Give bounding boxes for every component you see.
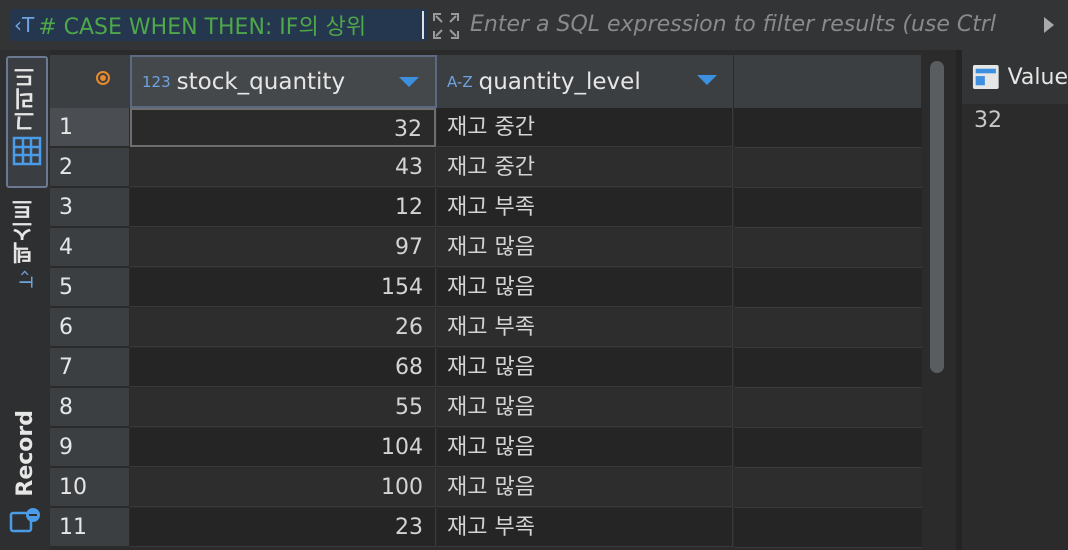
text-icon: ‹T (14, 269, 36, 288)
more-arrow-icon[interactable] (1044, 17, 1054, 33)
table-row[interactable]: 6 26 재고 부족 (50, 308, 922, 348)
filter-input[interactable]: Enter a SQL expression to filter results… (470, 9, 1036, 41)
column-header-empty (734, 55, 922, 108)
table-row[interactable]: 7 68 재고 많음 (50, 348, 922, 388)
empty-cell (734, 508, 922, 548)
table-row[interactable]: 1 32 재고 중간 (50, 108, 922, 148)
cell-quantity-level[interactable]: 재고 부족 (437, 508, 733, 547)
column-header-stock-quantity[interactable]: 123 stock_quantity (130, 55, 437, 108)
row-number[interactable]: 2 (50, 148, 129, 187)
cell-quantity-level[interactable]: 재고 많음 (437, 348, 733, 387)
tab-record[interactable]: Record (6, 410, 44, 542)
grid-icon (12, 136, 42, 166)
cell-quantity-level[interactable]: 재고 부족 (437, 188, 733, 227)
cell-stock-quantity[interactable]: 104 (130, 428, 436, 467)
empty-cell (734, 308, 922, 348)
cell-stock-quantity[interactable]: 97 (130, 228, 436, 267)
query-text: # CASE WHEN THEN: IF의 상위 (38, 15, 367, 40)
string-type-icon: A-Z (447, 72, 473, 91)
row-number[interactable]: 3 (50, 188, 129, 227)
row-number[interactable]: 1 (50, 108, 129, 147)
row-number[interactable]: 9 (50, 428, 129, 467)
numeric-type-icon: 123 (142, 72, 171, 91)
empty-cell (734, 228, 922, 268)
cell-stock-quantity[interactable]: 154 (130, 268, 436, 307)
selected-cell-value: 32 (974, 108, 1002, 133)
empty-cell (734, 388, 922, 428)
empty-cell (734, 108, 922, 148)
cell-stock-quantity[interactable]: 12 (130, 188, 436, 227)
empty-cell (734, 148, 922, 188)
scrollbar-thumb[interactable] (930, 61, 944, 373)
column-header-quantity-level[interactable]: A-Z quantity_level (437, 55, 734, 108)
cell-stock-quantity[interactable]: 26 (130, 308, 436, 347)
value-panel-header: Value (962, 50, 1068, 104)
cell-stock-quantity[interactable]: 32 (130, 108, 436, 147)
tab-grid[interactable]: 그리드 (6, 56, 48, 188)
cell-quantity-level[interactable]: 재고 중간 (437, 148, 733, 187)
cell-quantity-level[interactable]: 재고 많음 (437, 468, 733, 507)
cell-stock-quantity[interactable]: 100 (130, 468, 436, 507)
vertical-scrollbar[interactable] (922, 55, 954, 550)
saved-query-tag[interactable]: ‹T # CASE WHEN THEN: IF의 상위 (10, 9, 428, 41)
cell-stock-quantity[interactable]: 43 (130, 148, 436, 187)
row-number[interactable]: 6 (50, 308, 129, 347)
table-row[interactable]: 4 97 재고 많음 (50, 228, 922, 268)
row-number[interactable]: 11 (50, 508, 129, 547)
tab-record-label: Record (12, 410, 38, 497)
table-row[interactable]: 10 100 재고 많음 (50, 468, 922, 508)
cell-quantity-level[interactable]: 재고 많음 (437, 268, 733, 307)
column-name: quantity_level (478, 68, 641, 95)
filter-bar: ‹T # CASE WHEN THEN: IF의 상위 Enter a SQL … (0, 0, 1068, 50)
empty-cell (734, 348, 922, 388)
empty-cell (734, 428, 922, 468)
text-cursor (422, 11, 424, 39)
table-row[interactable]: 9 104 재고 많음 (50, 428, 922, 468)
table-row[interactable]: 11 23 재고 부족 (50, 508, 922, 548)
side-tabs: 그리드 텍스트 ‹T Record (0, 50, 50, 550)
tab-text-label: 텍스트 (12, 198, 37, 264)
text-type-icon: ‹T (14, 13, 35, 37)
table-row[interactable]: 2 43 재고 중간 (50, 148, 922, 188)
value-panel-title: Value (1007, 64, 1068, 90)
cell-stock-quantity[interactable]: 23 (130, 508, 436, 547)
tab-grid-label: 그리드 (14, 66, 39, 132)
results-grid: 123 stock_quantity A-Z quantity_level 13… (50, 55, 922, 550)
column-name: stock_quantity (176, 68, 346, 95)
value-panel: Value 32 (962, 50, 1068, 550)
row-number[interactable]: 8 (50, 388, 129, 427)
cell-quantity-level[interactable]: 재고 중간 (437, 108, 733, 147)
row-number[interactable]: 5 (50, 268, 129, 307)
cell-quantity-level[interactable]: 재고 많음 (437, 428, 733, 467)
table-row[interactable]: 3 12 재고 부족 (50, 188, 922, 228)
chevron-down-icon[interactable] (697, 75, 717, 85)
empty-cell (734, 468, 922, 508)
row-number[interactable]: 7 (50, 348, 129, 387)
cell-quantity-level[interactable]: 재고 많음 (437, 228, 733, 267)
value-viewer-icon (972, 65, 999, 89)
chevron-down-icon[interactable] (399, 77, 419, 87)
tab-text[interactable]: 텍스트 ‹T (6, 198, 44, 306)
cell-stock-quantity[interactable]: 68 (130, 348, 436, 387)
cell-stock-quantity[interactable]: 55 (130, 388, 436, 427)
expand-icon[interactable] (432, 12, 460, 40)
cell-quantity-level[interactable]: 재고 많음 (437, 388, 733, 427)
table-row[interactable]: 8 55 재고 많음 (50, 388, 922, 428)
cell-quantity-level[interactable]: 재고 부족 (437, 308, 733, 347)
selection-indicator-icon (96, 71, 110, 85)
row-number[interactable]: 10 (50, 468, 129, 507)
table-row[interactable]: 5 154 재고 많음 (50, 268, 922, 308)
record-icon (9, 507, 40, 532)
empty-cell (734, 188, 922, 228)
empty-cell (734, 268, 922, 308)
row-number[interactable]: 4 (50, 228, 129, 267)
grid-corner[interactable] (50, 55, 130, 108)
